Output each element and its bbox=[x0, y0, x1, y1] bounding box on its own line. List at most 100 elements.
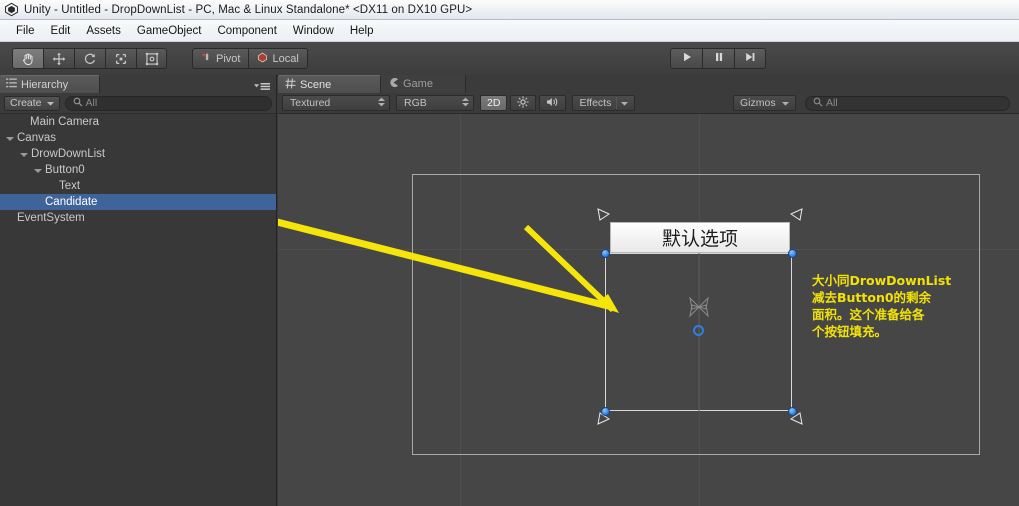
rect-tool-button[interactable] bbox=[136, 48, 167, 69]
hierarchy-item-label: Text bbox=[59, 180, 81, 192]
effects-dropdown-button[interactable]: Effects bbox=[572, 95, 636, 111]
draw-mode-dropdown[interactable]: Textured bbox=[282, 95, 390, 111]
2d-toggle-button[interactable]: 2D bbox=[480, 95, 508, 111]
hierarchy-item-eventsystem[interactable]: EventSystem bbox=[0, 210, 276, 226]
hierarchy-tree: Main Camera Canvas DrowDownList Button0 … bbox=[0, 114, 276, 506]
panel-menu-icon[interactable] bbox=[253, 79, 271, 90]
hierarchy-tab-row: Hierarchy bbox=[0, 75, 276, 93]
hierarchy-item-drowdownlist[interactable]: DrowDownList bbox=[0, 146, 276, 162]
audio-toggle-button[interactable] bbox=[539, 95, 567, 111]
chevron-updown-icon bbox=[378, 97, 385, 110]
chevron-down-icon[interactable] bbox=[6, 137, 14, 141]
hierarchy-item-label: EventSystem bbox=[17, 212, 85, 224]
draw-mode-label: Textured bbox=[290, 97, 331, 109]
chevron-down-icon[interactable] bbox=[34, 169, 42, 173]
scene-grid-icon bbox=[285, 78, 296, 92]
pause-button[interactable] bbox=[702, 48, 734, 69]
button0-label: 默认选项 bbox=[661, 228, 738, 250]
menu-assets[interactable]: Assets bbox=[78, 23, 129, 39]
search-icon bbox=[73, 97, 83, 110]
menu-help[interactable]: Help bbox=[342, 23, 382, 39]
bottom-left-handle[interactable] bbox=[601, 407, 610, 416]
hand-tool-button[interactable] bbox=[12, 48, 43, 69]
tab-game[interactable]: Game bbox=[381, 75, 466, 93]
local-space-icon bbox=[257, 52, 268, 66]
top-right-handle[interactable] bbox=[788, 249, 797, 258]
local-label: Local bbox=[272, 52, 299, 65]
main-toolbar: Pivot Local bbox=[0, 42, 1019, 76]
move-tool-button[interactable] bbox=[43, 48, 74, 69]
pivot-label: Pivot bbox=[216, 52, 241, 65]
play-icon bbox=[681, 50, 693, 68]
hierarchy-search-input[interactable]: All bbox=[64, 95, 272, 111]
create-button-label: Create bbox=[10, 97, 42, 109]
chevron-down-icon bbox=[46, 97, 54, 109]
pivot-group: Pivot Local bbox=[192, 48, 308, 69]
hierarchy-item-label: DrowDownList bbox=[31, 148, 106, 160]
menu-file[interactable]: File bbox=[8, 23, 43, 39]
top-left-handle[interactable] bbox=[601, 249, 610, 258]
hierarchy-item-candidate[interactable]: Candidate bbox=[0, 194, 276, 210]
gizmos-dropdown-button[interactable]: Gizmos bbox=[733, 95, 796, 111]
tab-game-label: Game bbox=[403, 78, 433, 90]
transform-tools-group bbox=[12, 48, 167, 69]
step-forward-icon bbox=[744, 50, 756, 68]
chevron-down-icon[interactable] bbox=[20, 153, 28, 157]
chevron-down-icon[interactable] bbox=[781, 97, 789, 109]
hierarchy-item-button0[interactable]: Button0 bbox=[0, 162, 276, 178]
hierarchy-item-label: Canvas bbox=[17, 132, 56, 144]
chevron-updown-icon bbox=[462, 97, 469, 110]
annotation-text: 大小同DrowDownList 减去Button0的剩余 面积。这个准备给各 个… bbox=[812, 273, 952, 339]
unity-editor-window: Unity - Untitled - DropDownList - PC, Ma… bbox=[0, 0, 1019, 506]
hierarchy-icon bbox=[6, 78, 17, 91]
unity-logo-icon bbox=[4, 2, 19, 17]
play-controls-group bbox=[670, 48, 766, 69]
hierarchy-panel: Hierarchy Create All Main Camera Canvas … bbox=[0, 75, 277, 506]
chevron-down-icon[interactable] bbox=[616, 97, 629, 109]
rotate-tool-button[interactable] bbox=[74, 48, 105, 69]
hierarchy-item-canvas[interactable]: Canvas bbox=[0, 130, 276, 146]
gizmos-label: Gizmos bbox=[740, 97, 776, 109]
game-pacman-icon bbox=[388, 77, 399, 91]
scene-viewport[interactable]: 默认选项 大小同DrowDownList 减去Button0的剩余 面积。这个准… bbox=[278, 114, 1019, 506]
scene-search-input[interactable]: All bbox=[805, 95, 1010, 111]
menu-gameobject[interactable]: GameObject bbox=[129, 23, 210, 39]
hierarchy-item-label: Candidate bbox=[45, 196, 98, 208]
scene-tab-row: Scene Game bbox=[278, 75, 1019, 93]
pivot-handle[interactable] bbox=[693, 325, 704, 336]
2d-toggle-label: 2D bbox=[487, 97, 501, 109]
scene-view-toolbar: Textured RGB 2D Effects Gizmos All bbox=[278, 93, 1019, 114]
hand-icon bbox=[21, 52, 35, 66]
move-arrows-icon bbox=[52, 52, 66, 66]
local-toggle-button[interactable]: Local bbox=[248, 48, 308, 69]
window-title: Unity - Untitled - DropDownList - PC, Ma… bbox=[24, 3, 473, 16]
effects-label: Effects bbox=[579, 97, 612, 109]
hierarchy-item-label: Main Camera bbox=[30, 116, 100, 128]
hierarchy-item-main-camera[interactable]: Main Camera bbox=[0, 114, 276, 130]
scale-tool-button[interactable] bbox=[105, 48, 136, 69]
pivot-toggle-button[interactable]: Pivot bbox=[192, 48, 249, 69]
menu-bar: File Edit Assets GameObject Component Wi… bbox=[0, 20, 1019, 42]
tab-hierarchy[interactable]: Hierarchy bbox=[0, 75, 100, 93]
menu-edit[interactable]: Edit bbox=[43, 23, 79, 39]
hierarchy-item-text[interactable]: Text bbox=[0, 178, 276, 194]
play-button[interactable] bbox=[670, 48, 702, 69]
tab-scene-label: Scene bbox=[300, 78, 332, 91]
scene-search-placeholder: All bbox=[826, 97, 838, 109]
rotate-icon bbox=[83, 52, 97, 66]
lighting-toggle-button[interactable] bbox=[510, 95, 537, 111]
step-button[interactable] bbox=[734, 48, 766, 69]
color-mode-label: RGB bbox=[404, 97, 427, 109]
pause-icon bbox=[713, 50, 725, 68]
tab-scene[interactable]: Scene bbox=[278, 75, 381, 93]
tab-hierarchy-label: Hierarchy bbox=[21, 78, 69, 91]
create-button[interactable]: Create bbox=[4, 95, 60, 111]
drowdownlist-button0[interactable]: 默认选项 bbox=[610, 222, 790, 253]
color-mode-dropdown[interactable]: RGB bbox=[396, 95, 474, 111]
search-icon bbox=[813, 97, 823, 110]
scene-panel: Scene Game Textured RGB 2D Effects Gizmo… bbox=[278, 75, 1019, 506]
bottom-right-handle[interactable] bbox=[788, 407, 797, 416]
menu-window[interactable]: Window bbox=[285, 23, 342, 39]
scale-icon bbox=[114, 52, 128, 66]
menu-component[interactable]: Component bbox=[209, 23, 284, 39]
